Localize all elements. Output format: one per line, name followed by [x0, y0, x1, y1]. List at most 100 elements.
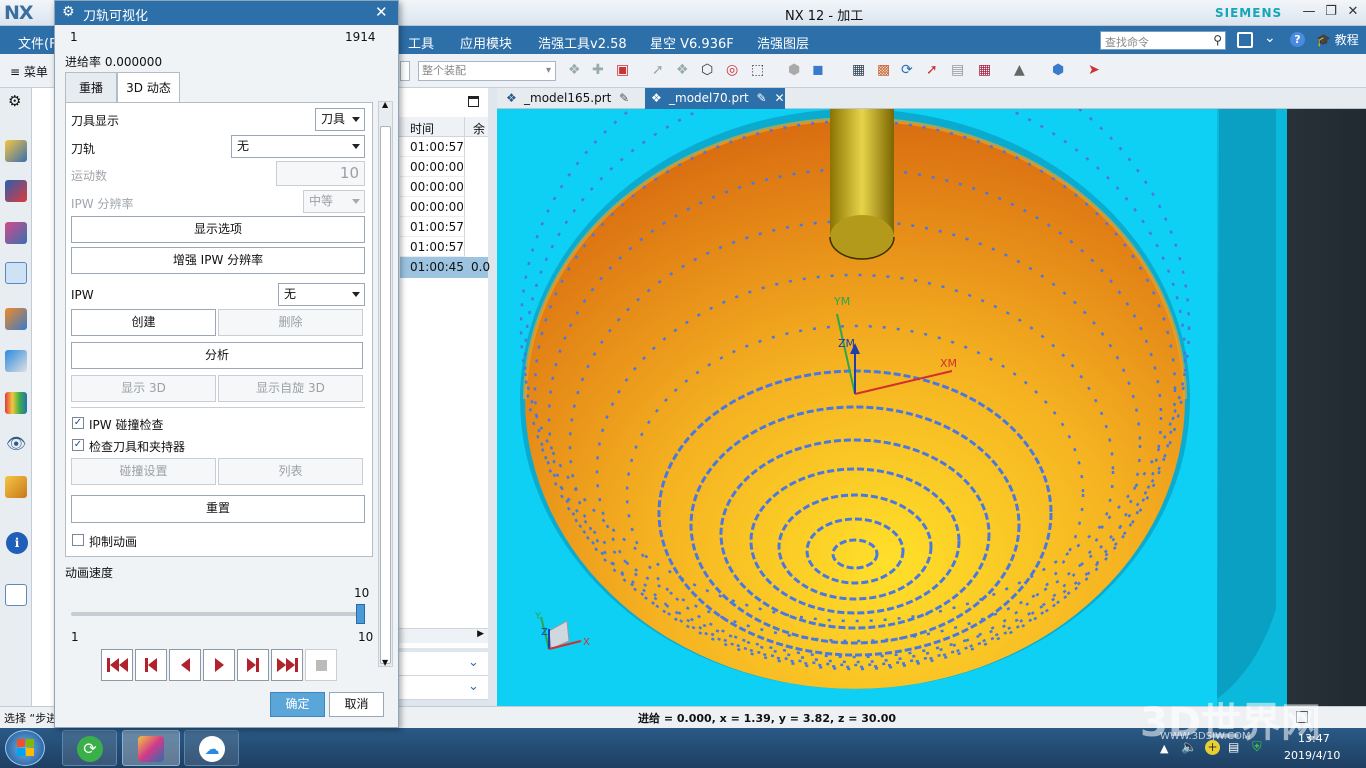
scroll-down-icon[interactable]: ▼ — [382, 658, 388, 667]
snap-icon[interactable]: ❖ — [568, 62, 581, 78]
time-column-header[interactable]: 时间 — [410, 120, 434, 137]
constraint-nav-icon[interactable] — [5, 180, 27, 202]
help-icon[interactable]: ? — [1290, 32, 1305, 47]
menu-tools[interactable]: 工具 — [408, 33, 434, 52]
window-icon[interactable] — [1237, 32, 1253, 48]
render-style-icon[interactable]: ▲ — [1014, 62, 1025, 78]
csys-icon[interactable]: ❖ — [676, 62, 689, 78]
ipw-select[interactable]: 无 — [278, 283, 365, 306]
collapsed-panel-1[interactable]: ⌄ — [398, 652, 488, 676]
table-row[interactable]: 01:00:57 — [400, 137, 466, 157]
go-to-start-button[interactable] — [101, 649, 133, 681]
cube-icon[interactable]: ◼ — [812, 62, 824, 78]
chevron-down-icon[interactable]: ⌄ — [468, 655, 479, 670]
pan-icon[interactable]: ➚ — [926, 62, 938, 78]
filter-select[interactable] — [400, 61, 410, 81]
go-to-end-button[interactable] — [271, 649, 303, 681]
table-row[interactable]: 01:00:57 — [400, 237, 466, 257]
selected-row[interactable]: 01:00:45 0.0 — [400, 257, 490, 278]
tool-display-select[interactable]: 刀具 — [315, 108, 365, 131]
close-window-icon[interactable]: ✕ — [1344, 4, 1362, 20]
network-icon[interactable]: ▤ — [1228, 740, 1239, 754]
show-3d-button[interactable]: 显示 3D — [71, 375, 216, 402]
scroll-right-icon[interactable]: ▶ — [477, 629, 484, 639]
play-backward-button[interactable] — [169, 649, 201, 681]
eye-icon[interactable]: 👁 — [6, 434, 26, 453]
ok-button[interactable]: 确定 — [270, 692, 325, 717]
analyze-button[interactable]: 分析 — [71, 342, 363, 369]
tray-plus-icon[interactable]: + — [1205, 740, 1220, 755]
create-button[interactable]: 创建 — [71, 309, 216, 336]
table-row[interactable]: 00:00:00 — [400, 157, 466, 177]
menu-xingkong[interactable]: 星空 V6.936F — [650, 33, 734, 52]
tray-expand-icon[interactable]: ▲ — [1160, 742, 1168, 755]
toolpath-select[interactable]: 无 — [231, 135, 365, 158]
table-row[interactable]: 00:00:00 — [400, 197, 466, 217]
cancel-button[interactable]: 取消 — [329, 692, 384, 717]
play-button[interactable] — [203, 649, 235, 681]
zoom-icon[interactable]: ▩ — [877, 62, 890, 78]
volume-icon[interactable]: 🔈 — [1181, 740, 1197, 755]
section-icon[interactable]: ➤ — [1088, 62, 1100, 78]
menu-haoqiang-tools[interactable]: 浩强工具v2.58 — [538, 33, 627, 52]
command-search-input[interactable]: 查找命令 ⚲ — [1100, 31, 1226, 50]
list-button[interactable]: 列表 — [218, 458, 363, 485]
web-browser-icon[interactable] — [5, 584, 27, 606]
check-tool-holder-checkbox[interactable]: ✓ — [72, 439, 84, 451]
table-row[interactable]: 01:00:57 — [400, 217, 466, 237]
close-tab-icon[interactable]: ✕ — [774, 91, 784, 105]
delete-button[interactable]: 删除 — [218, 309, 363, 336]
info-icon[interactable]: i — [6, 532, 28, 554]
start-button[interactable] — [5, 730, 45, 766]
step-forward-button[interactable] — [237, 649, 269, 681]
gear-icon[interactable]: ⚙ — [8, 92, 21, 110]
graphics-window[interactable]: YM ZM XM Y Z X — [497, 109, 1366, 706]
minimize-icon[interactable]: — — [1300, 4, 1318, 20]
collision-settings-button[interactable]: 碰撞设置 — [71, 458, 216, 485]
menu-button[interactable]: ≡ 菜单 — [10, 63, 48, 80]
speed-slider-track[interactable] — [71, 612, 365, 616]
horizontal-scrollbar[interactable]: ▶ — [398, 628, 488, 643]
tab-3d-dynamic[interactable]: 3D 动态 — [117, 72, 180, 103]
ipw-collision-checkbox[interactable]: ✓ — [72, 417, 84, 429]
shield-icon[interactable]: ⛨ — [1252, 740, 1262, 755]
dialog-title-bar[interactable]: ⚙ 刀轨可视化 ✕ — [55, 1, 398, 25]
clock-date[interactable]: 2019/4/10 — [1284, 749, 1340, 762]
menu-file[interactable]: 文件(F — [18, 33, 57, 52]
vector-icon[interactable]: ➚ — [652, 62, 664, 78]
polygon-icon[interactable]: ⬡ — [701, 62, 713, 78]
fit-view-icon[interactable]: ▦ — [852, 62, 865, 78]
orient-icon[interactable]: ▤ — [951, 62, 964, 78]
tutorial-link[interactable]: 🎓 教程 — [1316, 31, 1359, 48]
tab-model70[interactable]: ❖ _model70.prt ✎ ✕ — [645, 88, 785, 109]
scroll-up-icon[interactable]: ▲ — [382, 100, 388, 109]
chevron-down-icon[interactable]: ⌄ — [468, 679, 479, 694]
ipw-resolution-select[interactable]: 中等 — [303, 190, 365, 213]
search-icon[interactable]: ⚲ — [1213, 33, 1222, 47]
chevron-down-icon[interactable]: ⌄ — [1264, 30, 1276, 46]
library-icon[interactable] — [5, 350, 27, 372]
taskbar-app-nx[interactable] — [122, 730, 180, 766]
part-nav-icon[interactable] — [5, 222, 27, 244]
display-options-button[interactable]: 显示选项 — [71, 216, 365, 243]
suppress-animation-checkbox[interactable] — [72, 534, 84, 546]
scroll-thumb[interactable] — [380, 126, 391, 664]
operation-nav-icon[interactable] — [5, 262, 27, 284]
select-icon[interactable]: ◎ — [726, 62, 738, 78]
rest-column-header[interactable]: 余 — [473, 120, 485, 137]
table-row[interactable]: 00:00:00 — [400, 177, 466, 197]
clock-time[interactable]: 13:47 — [1298, 732, 1330, 745]
show-rotate-3d-button[interactable]: 显示自旋 3D — [218, 375, 363, 402]
tab-replay[interactable]: 重播 — [65, 72, 117, 102]
machine-nav-icon[interactable] — [5, 308, 27, 330]
layout-icon[interactable]: ▦ — [978, 62, 991, 78]
close-icon[interactable]: ✕ — [375, 3, 388, 21]
step-back-button[interactable] — [135, 649, 167, 681]
tab-model165[interactable]: ❖ _model165.prt ✎ — [500, 88, 640, 109]
body-icon[interactable]: ⬢ — [788, 62, 800, 78]
collapsed-panel-2[interactable]: ⌄ — [398, 676, 488, 700]
shaded-icon[interactable]: ⬢ — [1052, 62, 1064, 78]
taskbar-app-browser[interactable]: ⟳ — [62, 730, 117, 766]
point-icon[interactable]: ▣ — [616, 62, 629, 78]
speed-slider-thumb[interactable] — [356, 604, 365, 624]
